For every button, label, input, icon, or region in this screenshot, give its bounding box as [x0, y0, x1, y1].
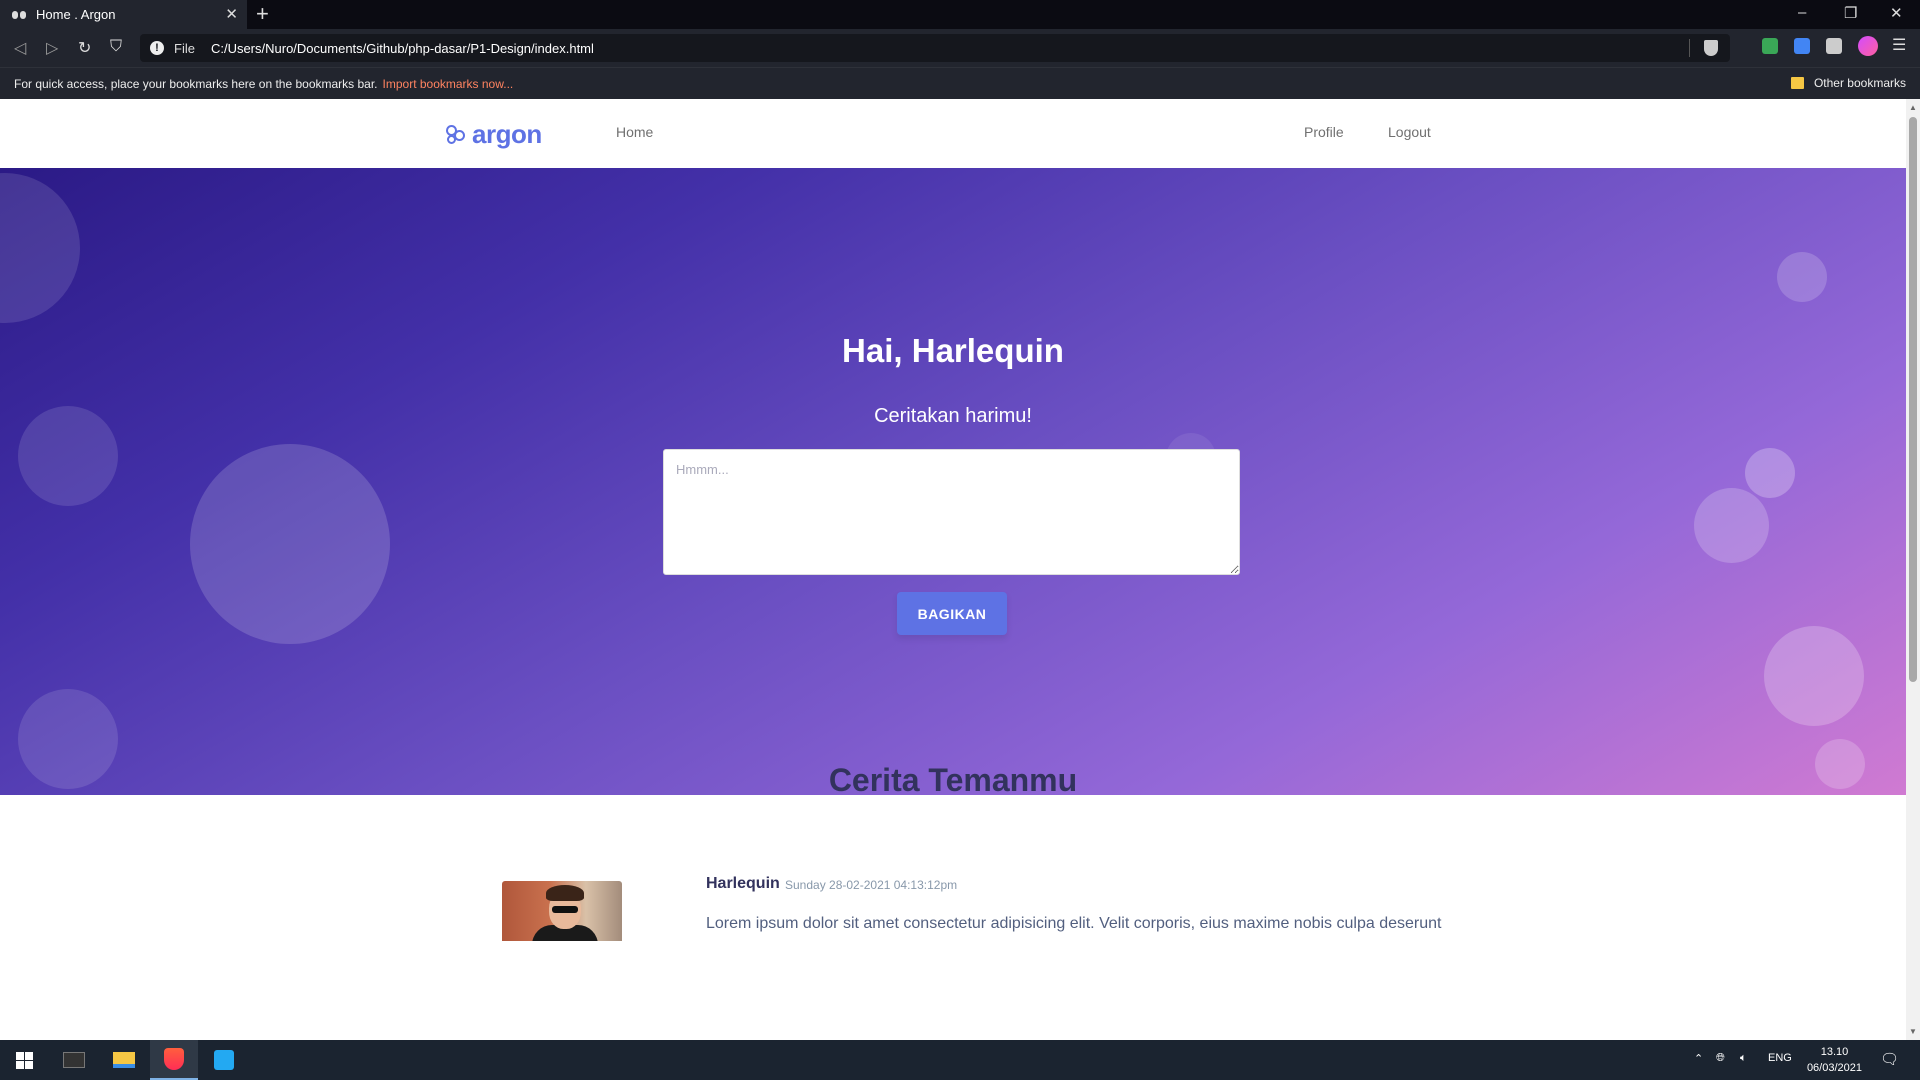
- bookmarks-hint: For quick access, place your bookmarks h…: [14, 76, 378, 91]
- minimize-button[interactable]: –: [1798, 4, 1806, 21]
- language-indicator[interactable]: ENG: [1768, 1052, 1792, 1064]
- clock-time: 13.10: [1820, 1046, 1849, 1058]
- brand-logo[interactable]: argon: [446, 119, 542, 150]
- tab-close-icon[interactable]: ✕: [225, 5, 238, 23]
- profile-avatar-icon[interactable]: [1858, 36, 1878, 56]
- nav-link-home[interactable]: Home: [616, 124, 653, 140]
- start-button[interactable]: [0, 1040, 48, 1080]
- omnibox-divider: [1689, 39, 1690, 57]
- post-avatar: [502, 881, 622, 941]
- brave-browser-icon[interactable]: [150, 1040, 198, 1080]
- other-bookmarks-button[interactable]: Other bookmarks: [1790, 76, 1906, 90]
- translate-icon[interactable]: [1794, 38, 1810, 54]
- nav-link-logout[interactable]: Logout: [1388, 124, 1431, 140]
- browser-toolbar: ◁ ▷ ↻ ⛉ ! File C:/Users/Nuro/Documents/G…: [0, 29, 1920, 67]
- new-tab-button[interactable]: +: [256, 2, 269, 26]
- site-navbar: argon Home Profile Logout: [0, 99, 1906, 168]
- back-icon[interactable]: ◁: [14, 38, 26, 58]
- window-close-button[interactable]: ✕: [1890, 4, 1903, 22]
- friends-stories-heading: Cerita Temanmu: [828, 762, 1078, 798]
- scroll-up-icon[interactable]: ▲: [1909, 103, 1917, 112]
- terminal-app-icon[interactable]: [50, 1040, 98, 1080]
- clock-date: 06/03/2021: [1806, 1062, 1862, 1074]
- nav-link-profile[interactable]: Profile: [1304, 124, 1344, 140]
- network-globe-icon[interactable]: 🌐︎: [1716, 1052, 1725, 1065]
- post-date: Sunday 28-02-2021 04:13:12pm: [785, 878, 958, 892]
- argon-logo-icon: [446, 124, 466, 145]
- decor-circle: [190, 444, 390, 644]
- import-bookmarks-link[interactable]: Import bookmarks now...: [383, 77, 514, 91]
- scroll-down-icon[interactable]: ▼: [1909, 1027, 1917, 1036]
- forward-icon[interactable]: ▷: [46, 38, 58, 58]
- url-scheme: File: [174, 40, 195, 56]
- bookmark-icon[interactable]: ⛉: [110, 38, 122, 56]
- volume-icon[interactable]: 🔈︎: [1740, 1052, 1747, 1065]
- site-info-icon[interactable]: !: [150, 41, 164, 55]
- browser-tab[interactable]: Home . Argon ✕: [0, 0, 247, 29]
- extension-icon[interactable]: [1762, 38, 1778, 54]
- post-body: Lorem ipsum dolor sit amet consectetur a…: [706, 915, 1442, 932]
- decor-circle: [1745, 448, 1795, 498]
- tab-favicon-icon: [12, 10, 26, 20]
- vscode-icon[interactable]: [200, 1040, 248, 1080]
- page-viewport: argon Home Profile Logout Hai, Harlequin…: [0, 99, 1920, 1040]
- menu-icon[interactable]: ☰: [1892, 35, 1908, 54]
- folder-icon: [1790, 77, 1804, 89]
- decor-circle: [1777, 252, 1827, 302]
- scrollbar-thumb[interactable]: [1909, 117, 1917, 682]
- extensions-puzzle-icon[interactable]: [1826, 38, 1842, 54]
- tab-title: Home . Argon: [36, 7, 116, 22]
- story-prompt: Ceritakan harimu!: [874, 405, 1032, 427]
- decor-circle: [1764, 626, 1864, 726]
- brand-name: argon: [472, 119, 542, 149]
- file-explorer-icon[interactable]: [100, 1040, 148, 1080]
- greeting-heading: Hai, Harlequin: [842, 332, 1064, 369]
- restore-button[interactable]: ❐: [1844, 4, 1857, 22]
- windows-logo-icon: [15, 1051, 33, 1069]
- page-scrollbar[interactable]: ▲ ▼: [1906, 99, 1920, 1040]
- reload-icon[interactable]: ↻: [78, 38, 91, 58]
- brave-shield-icon[interactable]: [1704, 40, 1718, 56]
- bookmarks-bar: For quick access, place your bookmarks h…: [0, 67, 1920, 99]
- system-clock[interactable]: 13.10 06/03/2021: [1807, 1044, 1862, 1076]
- share-button[interactable]: BAGIKAN: [897, 592, 1007, 635]
- other-bookmarks-label: Other bookmarks: [1813, 76, 1906, 90]
- decor-circle: [0, 173, 80, 323]
- browser-tab-bar: Home . Argon ✕ + – ❐ ✕: [0, 0, 1920, 29]
- notifications-icon[interactable]: 🗨︎: [1880, 1050, 1899, 1068]
- hero-section: Hai, Harlequin Ceritakan harimu! BAGIKAN: [0, 168, 1906, 795]
- address-bar[interactable]: ! File C:/Users/Nuro/Documents/Github/ph…: [140, 34, 1730, 62]
- decor-circle: [1694, 488, 1769, 563]
- post-author: Harlequin: [706, 875, 780, 892]
- os-taskbar: ⌃ 🌐︎ 🔈︎ ENG 13.10 06/03/2021 🗨︎: [0, 1040, 1920, 1080]
- story-textarea[interactable]: [663, 449, 1240, 575]
- show-hidden-icons-icon[interactable]: ⌃: [1694, 1052, 1703, 1065]
- url-text[interactable]: C:/Users/Nuro/Documents/Github/php-dasar…: [211, 41, 594, 56]
